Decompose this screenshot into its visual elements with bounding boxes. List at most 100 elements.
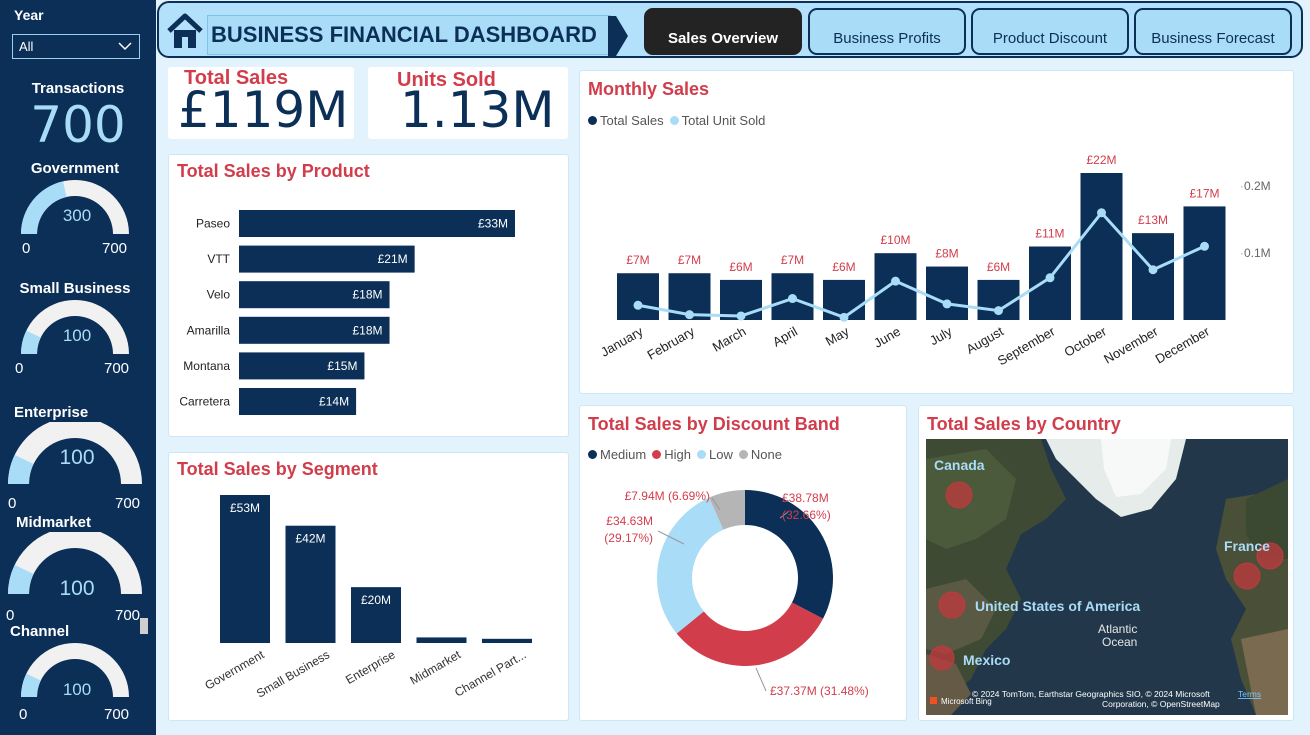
product-value-label: £21M bbox=[378, 252, 408, 266]
product-value-label: £18M bbox=[353, 288, 383, 302]
gauge-channel: Channel 100 0 700 bbox=[0, 623, 156, 733]
gauge-value: 100 bbox=[62, 680, 92, 699]
y2-tick-mark: · bbox=[1240, 181, 1244, 193]
gauge-min: 0 bbox=[15, 360, 24, 377]
tab-product-discount[interactable]: Product Discount bbox=[971, 8, 1129, 55]
monthly-bar bbox=[1080, 173, 1123, 320]
gauge-max: 700 bbox=[115, 607, 141, 624]
product-label: Paseo bbox=[196, 217, 230, 231]
donut-value-label: £38.78M bbox=[782, 491, 829, 505]
monthly-category-label: April bbox=[770, 324, 800, 350]
total-sales-value: £119M bbox=[178, 81, 349, 139]
product-label: Velo bbox=[207, 288, 231, 302]
sidebar: Year All Transactions 700 Government 300… bbox=[0, 0, 156, 735]
monthly-value-label: £6M bbox=[987, 260, 1010, 274]
segment-bar bbox=[220, 495, 270, 643]
transactions-label: Transactions bbox=[31, 80, 125, 97]
gauge-value: 100 bbox=[59, 577, 95, 600]
gauge-max: 700 bbox=[104, 360, 130, 377]
monthly-bar bbox=[1132, 233, 1174, 320]
tab-business-forecast[interactable]: Business Forecast bbox=[1134, 8, 1292, 55]
map-label-france: France bbox=[1224, 538, 1270, 554]
gauge-small-business: Small Business 100 0 700 bbox=[0, 280, 156, 390]
units-sold-value: 1.13M bbox=[400, 81, 555, 139]
units-point bbox=[891, 276, 900, 286]
segment-value-label: £20M bbox=[361, 593, 391, 607]
monthly-category-label: July bbox=[927, 323, 955, 348]
y2-tick-mark: · bbox=[1240, 248, 1244, 260]
tab-business-profits[interactable]: Business Profits bbox=[808, 8, 966, 55]
map-terms-link: Terms bbox=[1238, 689, 1261, 699]
map-label-ocean-1: Atlantic bbox=[1098, 622, 1137, 636]
gauge-min: 0 bbox=[22, 240, 31, 257]
product-chart-card: Total Sales by Product Paseo £33M VTT £21M V… bbox=[168, 154, 569, 437]
units-point bbox=[1148, 265, 1158, 275]
monthly-category-label: November bbox=[1101, 323, 1161, 366]
monthly-combo-chart: £7M January £7M February £6M March £7M April £6M… bbox=[598, 153, 1271, 368]
donut-value-label: £34.63M bbox=[606, 514, 653, 528]
map-attribution-2: Corporation, © OpenStreetMap bbox=[1102, 699, 1220, 709]
total-sales-card: Total Sales £119M bbox=[168, 67, 354, 139]
product-value-label: £15M bbox=[327, 359, 357, 373]
product-bar bbox=[239, 210, 515, 237]
gauge-title: Government bbox=[30, 160, 120, 177]
tab-sales-overview[interactable]: Sales Overview bbox=[644, 8, 802, 55]
year-label: Year bbox=[14, 7, 44, 23]
monthly-value-label: £10M bbox=[880, 233, 910, 247]
y2-tick-label: 0.2M bbox=[1244, 179, 1271, 193]
gauge-title: Midmarket bbox=[16, 514, 92, 531]
bing-logo-icon bbox=[930, 697, 937, 704]
product-value-label: £33M bbox=[478, 217, 508, 231]
segment-category-label: Small Business bbox=[254, 647, 332, 700]
units-point bbox=[1200, 241, 1209, 251]
monthly-category-label: September bbox=[995, 323, 1058, 368]
product-label: Carretera bbox=[179, 395, 230, 409]
donut-value-label: £7.94M (6.69%) bbox=[625, 489, 710, 503]
monthly-value-label: £7M bbox=[678, 253, 701, 267]
map-label-canada: Canada bbox=[934, 457, 985, 473]
donut-slice bbox=[657, 497, 724, 634]
gauge-title: Enterprise bbox=[14, 404, 89, 421]
bubble-france-2 bbox=[1233, 562, 1261, 590]
monthly-category-label: January bbox=[598, 323, 646, 359]
map-label-ocean-2: Ocean bbox=[1102, 635, 1137, 649]
product-label: VTT bbox=[207, 252, 230, 266]
map-title: Total Sales by Country bbox=[927, 414, 1121, 434]
gauge-value: 100 bbox=[59, 446, 95, 469]
segment-bar bbox=[482, 638, 532, 643]
product-label: Amarilla bbox=[187, 323, 231, 337]
product-value-label: £18M bbox=[353, 323, 383, 337]
title-arrow bbox=[608, 16, 628, 56]
monthly-value-label: £17M bbox=[1189, 186, 1219, 200]
monthly-value-label: £8M bbox=[935, 247, 958, 261]
year-value: All bbox=[19, 39, 34, 54]
donut-value-label: (32.66%) bbox=[782, 508, 831, 522]
monthly-value-label: £6M bbox=[729, 260, 752, 274]
gauge-value: 100 bbox=[62, 326, 92, 345]
gauge-title: Small Business bbox=[19, 280, 131, 297]
gauge-value: 300 bbox=[62, 206, 92, 225]
monthly-value-label: £22M bbox=[1086, 153, 1116, 167]
units-sold-card: Units Sold 1.13M bbox=[368, 67, 568, 139]
units-point bbox=[1097, 208, 1106, 218]
units-point bbox=[942, 299, 952, 309]
donut-leader-line bbox=[755, 667, 767, 692]
donut-value-label: £37.37M (31.48%) bbox=[770, 684, 869, 698]
monthly-category-label: May bbox=[823, 323, 852, 349]
home-icon[interactable] bbox=[165, 11, 205, 51]
segment-category-label: Midmarket bbox=[407, 647, 463, 687]
gauge-min: 0 bbox=[8, 495, 17, 512]
map-label-usa: United States of America bbox=[975, 598, 1140, 614]
country-map[interactable]: Canada France United States of America M… bbox=[926, 439, 1288, 715]
gauge-max: 700 bbox=[115, 495, 141, 512]
bubble-canada bbox=[945, 481, 973, 509]
units-point bbox=[736, 311, 746, 321]
discount-chart-card: Total Sales by Discount Band Medium High L… bbox=[579, 405, 907, 721]
units-point bbox=[994, 306, 1003, 316]
gauge-max: 700 bbox=[104, 706, 130, 723]
product-value-label: £14M bbox=[319, 395, 349, 409]
gauge-arc bbox=[21, 643, 129, 697]
chevron-down-icon bbox=[118, 42, 132, 51]
monthly-value-label: £7M bbox=[626, 253, 649, 267]
year-dropdown[interactable]: All bbox=[12, 34, 140, 59]
